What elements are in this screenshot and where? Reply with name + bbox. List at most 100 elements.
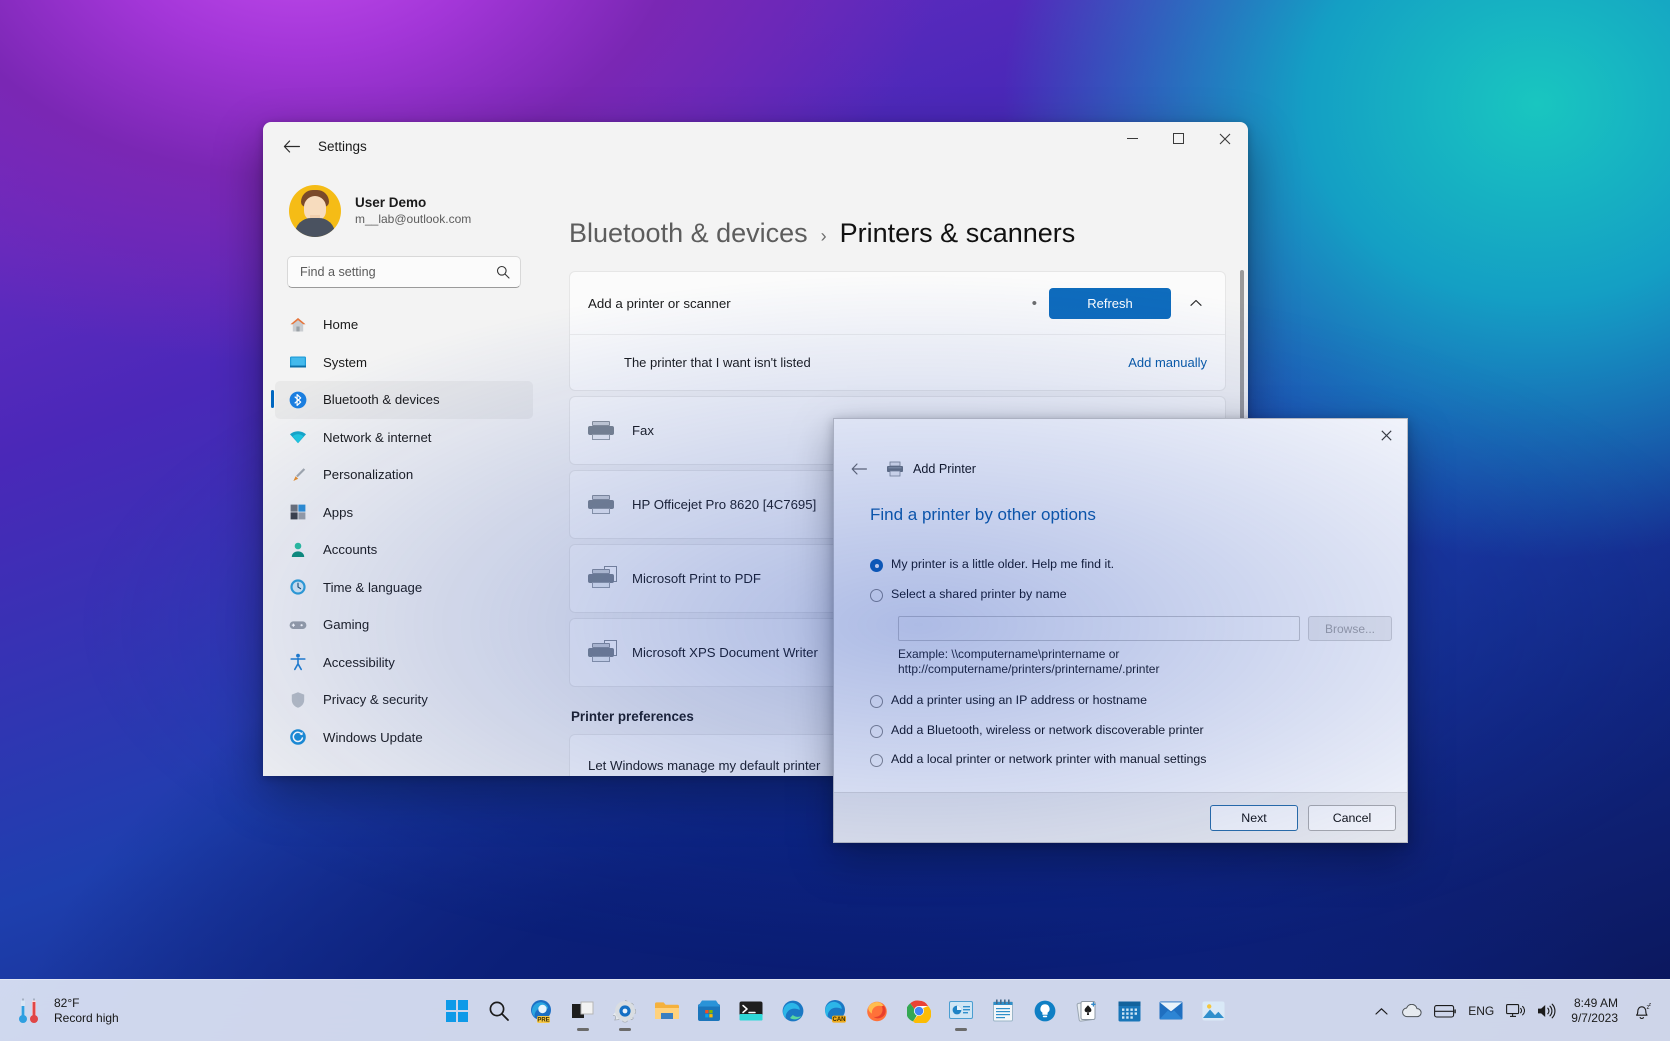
search-icon[interactable] bbox=[478, 990, 520, 1032]
task-view-icon[interactable] bbox=[562, 990, 604, 1032]
back-arrow-icon[interactable] bbox=[273, 128, 309, 164]
browse-button[interactable]: Browse... bbox=[1308, 616, 1392, 641]
sidebar-item-network-internet[interactable]: Network & internet bbox=[275, 419, 533, 457]
svg-text:z: z bbox=[1649, 1002, 1652, 1008]
radio-label: My printer is a little older. Help me fi… bbox=[891, 557, 1115, 571]
radio-label: Add a local printer or network printer w… bbox=[891, 752, 1207, 767]
radio-icon[interactable] bbox=[870, 724, 883, 738]
microsoft-store-icon[interactable] bbox=[688, 990, 730, 1032]
radio-icon[interactable] bbox=[870, 754, 883, 768]
sidebar-item-accounts[interactable]: Accounts bbox=[275, 531, 533, 569]
sidebar-item-windows-update[interactable]: Windows Update bbox=[275, 719, 533, 757]
bell-sleep-icon[interactable]: zz bbox=[1626, 991, 1658, 1031]
minimize-icon[interactable] bbox=[1110, 122, 1156, 156]
radio-icon[interactable] bbox=[870, 695, 883, 709]
radio-label: Add a printer using an IP address or hos… bbox=[891, 693, 1147, 708]
close-icon[interactable] bbox=[1371, 422, 1401, 448]
add-manually-link[interactable]: Add manually bbox=[1128, 355, 1207, 370]
solitaire-icon[interactable] bbox=[1066, 990, 1108, 1032]
printer-doc-icon bbox=[588, 639, 617, 663]
sidebar-item-label: Home bbox=[323, 317, 359, 333]
language-indicator[interactable]: ENG bbox=[1462, 991, 1500, 1031]
sidebar-item-privacy-security[interactable]: Privacy & security bbox=[275, 681, 533, 719]
dialog-body: Find a printer by other options My print… bbox=[834, 487, 1407, 792]
dialog-heading: Find a printer by other options bbox=[870, 505, 1096, 524]
search-input[interactable] bbox=[300, 265, 490, 279]
sidebar-item-label: Apps bbox=[323, 504, 354, 520]
powerpoint-icon[interactable] bbox=[940, 990, 982, 1032]
cloud-icon[interactable] bbox=[1396, 991, 1428, 1031]
sidebar-item-gaming[interactable]: Gaming bbox=[275, 606, 533, 644]
sidebar-item-label: Network & internet bbox=[323, 429, 432, 445]
mail-icon[interactable] bbox=[1150, 990, 1192, 1032]
weather-temperature: 82°F bbox=[54, 995, 80, 1010]
search-box[interactable] bbox=[287, 256, 521, 288]
battery-icon[interactable] bbox=[1428, 991, 1462, 1031]
chrome-icon[interactable] bbox=[898, 990, 940, 1032]
shared-printer-name-input[interactable] bbox=[898, 616, 1300, 641]
close-icon[interactable] bbox=[1202, 122, 1248, 156]
radio-option-older-printer[interactable]: My printer is a little older. Help me fi… bbox=[870, 557, 1407, 573]
settings-gear-icon[interactable] bbox=[604, 990, 646, 1032]
dialog-titlebar bbox=[834, 419, 1407, 451]
next-button[interactable]: Next bbox=[1210, 804, 1298, 831]
sidebar-item-label: System bbox=[323, 354, 367, 370]
radio-option-ip-address[interactable]: Add a printer using an IP address or hos… bbox=[870, 693, 1407, 709]
settings-titlebar: Settings bbox=[263, 122, 1248, 170]
photos-icon[interactable] bbox=[1192, 990, 1234, 1032]
weather-widget[interactable]: 82°F Record high bbox=[18, 996, 258, 1026]
sidebar-item-label: Personalization bbox=[323, 467, 414, 483]
edge-preview-icon[interactable]: PRE bbox=[520, 990, 562, 1032]
back-arrow-icon[interactable] bbox=[844, 456, 874, 482]
sidebar-item-label: Accessibility bbox=[323, 654, 395, 670]
printer-not-listed-label: The printer that I want isn't listed bbox=[624, 355, 811, 370]
radio-icon[interactable] bbox=[870, 559, 883, 572]
desktop: Settings User Demo m__lab@outlook.com Fi… bbox=[0, 0, 1670, 1041]
volume-icon[interactable] bbox=[1531, 991, 1563, 1031]
notepad-icon[interactable] bbox=[982, 990, 1024, 1032]
sidebar-item-personalization[interactable]: Personalization bbox=[275, 456, 533, 494]
file-explorer-icon[interactable] bbox=[646, 990, 688, 1032]
chevron-up-icon[interactable] bbox=[1181, 288, 1211, 318]
edge-icon[interactable] bbox=[772, 990, 814, 1032]
cancel-button[interactable]: Cancel bbox=[1308, 804, 1396, 831]
radio-option-shared-printer[interactable]: Select a shared printer by name bbox=[870, 587, 1407, 603]
sidebar-item-bluetooth-devices[interactable]: Bluetooth & devices bbox=[271, 381, 533, 419]
taskbar-app-icons: PRE CAN bbox=[436, 990, 1234, 1032]
add-printer-dialog: Add Printer Find a printer by other opti… bbox=[833, 418, 1408, 843]
breadcrumb-parent[interactable]: Bluetooth & devices bbox=[569, 218, 808, 249]
radio-option-local-manual[interactable]: Add a local printer or network printer w… bbox=[870, 752, 1407, 768]
powertoys-icon[interactable] bbox=[1024, 990, 1066, 1032]
sidebar-item-home[interactable]: Home bbox=[275, 306, 533, 344]
firefox-icon[interactable] bbox=[856, 990, 898, 1032]
sidebar-item-time-language[interactable]: Time & language bbox=[275, 569, 533, 607]
gamepad-icon bbox=[287, 614, 309, 636]
apps-icon bbox=[287, 501, 309, 523]
radio-icon[interactable] bbox=[870, 588, 883, 602]
edge-canary-icon[interactable]: CAN bbox=[814, 990, 856, 1032]
maximize-icon[interactable] bbox=[1156, 122, 1202, 156]
network-icon[interactable] bbox=[1500, 991, 1531, 1031]
start-icon[interactable] bbox=[436, 990, 478, 1032]
calendar-icon[interactable] bbox=[1108, 990, 1150, 1032]
radio-label: Add a Bluetooth, wireless or network dis… bbox=[891, 722, 1204, 737]
profile-card[interactable]: User Demo m__lab@outlook.com bbox=[263, 170, 543, 246]
sidebar-item-accessibility[interactable]: Accessibility bbox=[275, 644, 533, 682]
taskbar: 82°F Record high PRE CAN ENG 8:49 AM 9/7… bbox=[0, 979, 1670, 1041]
thermometer-icon bbox=[18, 996, 44, 1026]
sidebar-item-system[interactable]: System bbox=[275, 344, 533, 382]
sidebar-item-label: Windows Update bbox=[323, 729, 423, 745]
scanning-spinner-icon: • bbox=[1031, 294, 1037, 312]
sidebar-item-label: Privacy & security bbox=[323, 692, 428, 708]
clock[interactable]: 8:49 AM 9/7/2023 bbox=[1563, 996, 1626, 1026]
radio-option-bluetooth-wireless[interactable]: Add a Bluetooth, wireless or network dis… bbox=[870, 723, 1407, 739]
chevron-up-icon[interactable] bbox=[1366, 991, 1396, 1031]
refresh-button[interactable]: Refresh bbox=[1049, 287, 1171, 319]
add-printer-row: Add a printer or scanner • Refresh bbox=[570, 272, 1225, 334]
terminal-icon[interactable] bbox=[730, 990, 772, 1032]
sidebar-item-label: Accounts bbox=[323, 542, 378, 558]
svg-text:CAN: CAN bbox=[833, 1017, 846, 1023]
window-title: Settings bbox=[318, 138, 367, 154]
dialog-footer: Next Cancel bbox=[834, 792, 1407, 842]
sidebar-item-apps[interactable]: Apps bbox=[275, 494, 533, 532]
